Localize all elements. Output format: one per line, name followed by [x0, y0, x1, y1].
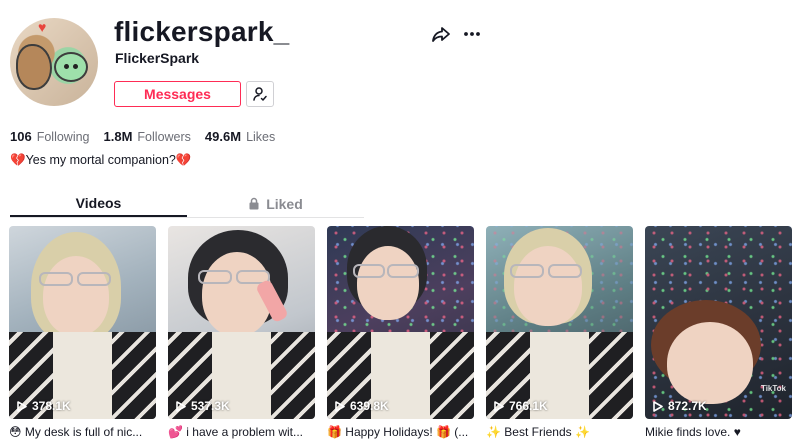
- lock-icon: [249, 197, 259, 210]
- tab-videos[interactable]: Videos: [10, 190, 187, 217]
- following-label: Following: [36, 130, 90, 144]
- video-caption[interactable]: 💕 i have a problem wit...: [168, 424, 315, 440]
- avatar-character-right: [54, 52, 88, 82]
- messages-button[interactable]: Messages: [114, 81, 241, 107]
- play-icon: [494, 400, 504, 412]
- profile-stats: 106 Following 1.8M Followers 49.6M Likes: [10, 129, 275, 144]
- play-icon: [176, 400, 186, 412]
- video-thumbnail[interactable]: 378.1K: [9, 226, 156, 419]
- view-count: 639.8K: [335, 399, 389, 413]
- video-caption[interactable]: Mikie finds love. ♥: [645, 424, 792, 440]
- avatar[interactable]: ♥: [10, 18, 98, 106]
- bio-text: Yes my mortal companion?: [25, 153, 176, 167]
- video-card[interactable]: 537.3K 💕 i have a problem wit...: [168, 226, 315, 440]
- likes-count: 49.6M: [204, 129, 242, 144]
- profile-tabs: Videos Liked: [10, 190, 364, 218]
- tiktok-watermark: TikTok: [760, 384, 786, 393]
- broken-heart-icon: 💔: [10, 153, 26, 167]
- following-count: 106: [10, 129, 32, 144]
- stat-followers[interactable]: 1.8M Followers: [104, 129, 191, 144]
- tab-liked[interactable]: Liked: [187, 190, 364, 217]
- heart-icon: ♥: [38, 19, 47, 35]
- play-icon: [653, 400, 663, 412]
- avatar-character-left: [16, 44, 52, 90]
- video-card[interactable]: TikTok 872.7K Mikie finds love. ♥: [645, 226, 792, 440]
- video-card[interactable]: 766.1K ✨ Best Friends ✨: [486, 226, 633, 440]
- video-thumbnail[interactable]: 639.8K: [327, 226, 474, 419]
- view-count: 872.7K: [653, 399, 707, 413]
- video-thumbnail[interactable]: TikTok 872.7K: [645, 226, 792, 419]
- stat-likes: 49.6M Likes: [205, 129, 275, 144]
- username: flickerspark_: [114, 16, 290, 47]
- share-icon[interactable]: [431, 24, 451, 44]
- tab-videos-label: Videos: [75, 194, 122, 211]
- broken-heart-icon: 💔: [175, 153, 192, 167]
- view-count: 378.1K: [17, 399, 71, 413]
- bio: 💔Yes my mortal companion?💔: [10, 153, 191, 168]
- followers-label: Followers: [137, 130, 191, 144]
- stat-following[interactable]: 106 Following: [10, 129, 90, 144]
- video-card[interactable]: 639.8K 🎁 Happy Holidays! 🎁 (...: [327, 226, 474, 440]
- play-icon: [17, 400, 27, 412]
- view-count: 766.1K: [494, 399, 548, 413]
- followers-count: 1.8M: [103, 129, 133, 144]
- video-thumbnail[interactable]: 537.3K: [168, 226, 315, 419]
- play-icon: [335, 400, 345, 412]
- likes-label: Likes: [246, 130, 276, 144]
- more-icon[interactable]: [462, 24, 482, 44]
- video-grid: 378.1K 😳 My desk is full of nic... 537.3…: [9, 226, 792, 440]
- display-name: FlickerSpark: [115, 50, 200, 66]
- video-caption[interactable]: 😳 My desk is full of nic...: [9, 424, 156, 440]
- video-thumbnail[interactable]: 766.1K: [486, 226, 633, 419]
- user-follow-icon: [253, 87, 267, 101]
- view-count: 537.3K: [176, 399, 230, 413]
- follow-user-button[interactable]: [246, 81, 274, 107]
- video-card[interactable]: 378.1K 😳 My desk is full of nic...: [9, 226, 156, 440]
- tab-liked-label: Liked: [266, 195, 303, 212]
- video-caption[interactable]: ✨ Best Friends ✨: [486, 424, 633, 440]
- video-caption[interactable]: 🎁 Happy Holidays! 🎁 (...: [327, 424, 474, 440]
